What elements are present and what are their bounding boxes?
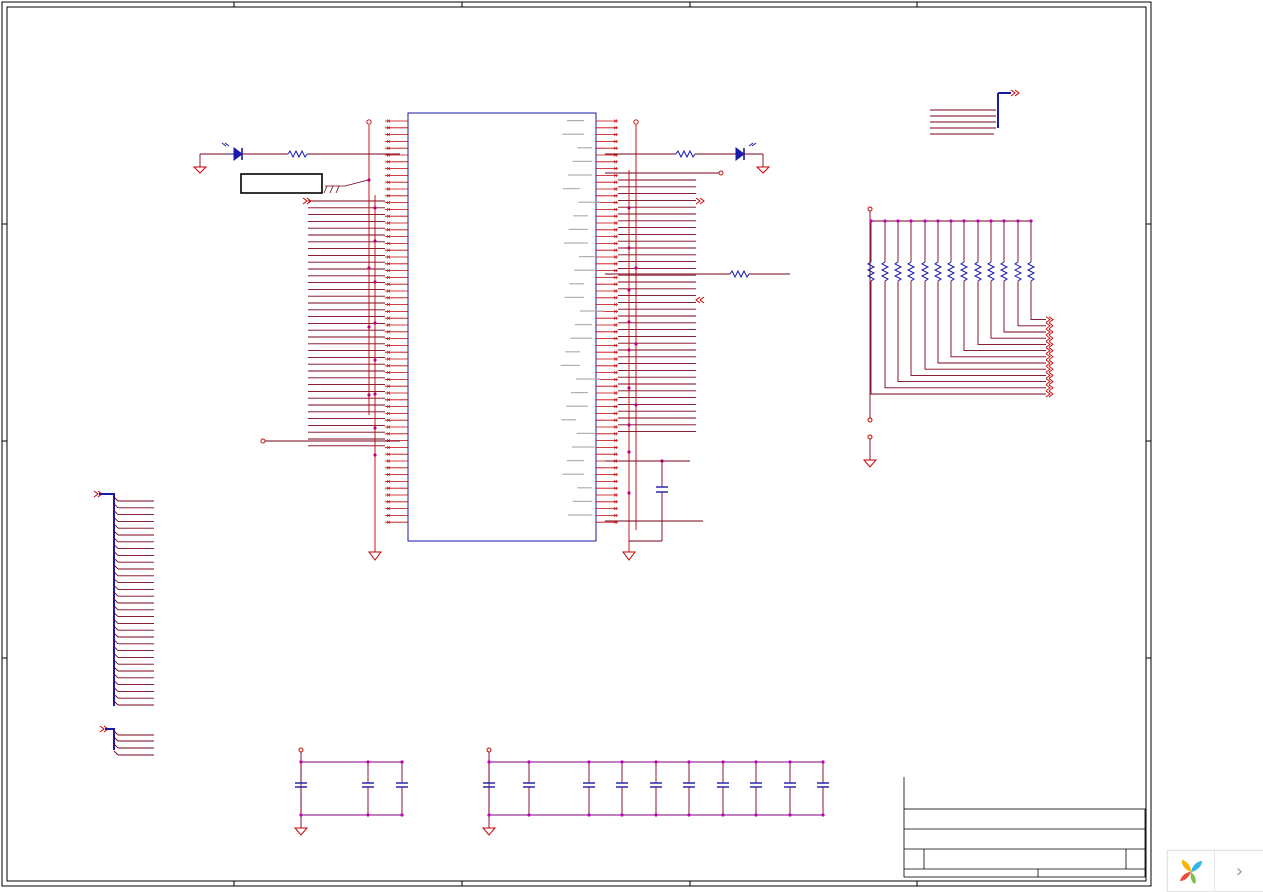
boxed-module [240,173,323,194]
test-points [260,170,724,444]
series-resistor [605,269,790,279]
ic-left-pins [385,119,408,524]
left-net-wires [308,200,385,447]
schematic-canvas [1,1,1152,887]
resistor [946,261,956,282]
pullup-resistor-array [866,206,1054,460]
resistor [959,261,969,282]
resistor [893,261,903,282]
resistor [1013,261,1023,282]
resistor [973,261,983,282]
viewer-navigation-widget: › [1167,850,1263,892]
left-data-bus [99,493,154,756]
net-port-arrows [93,89,1020,733]
main-ic-body [407,112,597,542]
resistor [880,261,890,282]
resistor [906,261,916,282]
resistor [999,261,1009,282]
resistor [986,261,996,282]
title-block [903,777,1146,878]
resistor [920,261,930,282]
bulk-capacitor-bank [295,747,829,828]
led-right [605,142,764,167]
top-right-bus [930,92,1011,135]
ground-symbols [192,166,878,836]
chassis-ground [323,179,369,194]
right-net-wires [618,179,696,433]
chevron-right-icon[interactable]: › [1215,851,1263,891]
resistor [933,261,943,282]
ic-right-pins [596,119,618,524]
resistor [1026,261,1036,282]
led-left [199,142,400,167]
resistor [866,261,876,282]
petal-logo-icon[interactable] [1168,851,1215,891]
ic-decoupling-cap [605,460,703,542]
